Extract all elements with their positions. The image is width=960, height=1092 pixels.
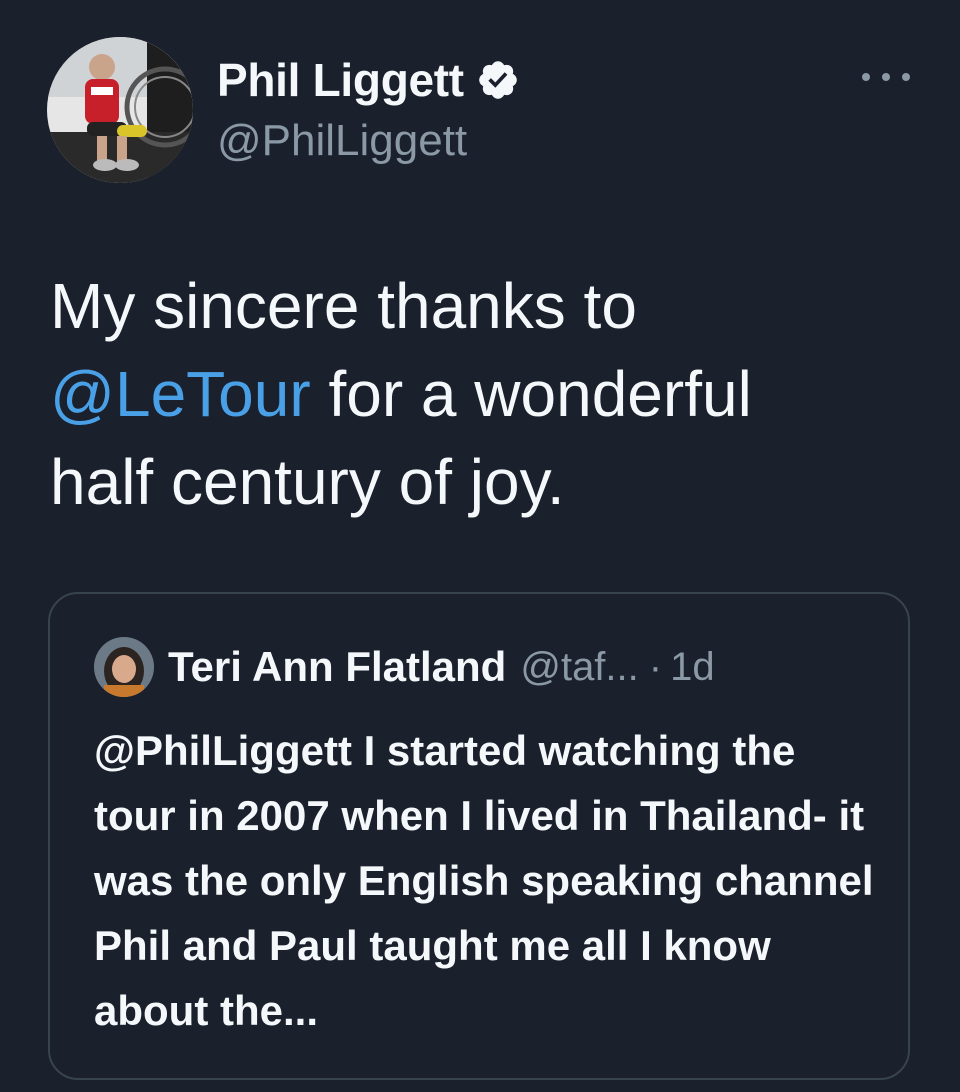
profile-photo-cyclist [47, 37, 193, 183]
quoted-tweet-header: Teri Ann Flatland @taf... · 1d [94, 636, 715, 698]
more-dot [902, 73, 910, 81]
profile-photo-woman [94, 637, 154, 697]
quoted-author-handle[interactable]: @taf... [520, 645, 638, 690]
quoted-tweet-card[interactable]: Teri Ann Flatland @taf... · 1d @PhilLigg… [48, 592, 910, 1080]
verified-badge-icon [479, 61, 517, 99]
quoted-tweet-timestamp[interactable]: 1d [670, 645, 715, 690]
tweet-text: My sincere thanks to @LeTour for a wonde… [50, 262, 910, 526]
tweet-line: My sincere thanks to [50, 270, 637, 342]
quoted-tweet-text: @PhilLiggett I started watching the tour… [94, 727, 874, 1034]
author-avatar[interactable] [47, 37, 193, 183]
more-dot [882, 73, 890, 81]
tweet-line: half century of joy. [50, 446, 565, 518]
quoted-author-name[interactable]: Teri Ann Flatland [168, 643, 506, 691]
tweet-line: for a wonderful [310, 358, 752, 430]
more-options-icon[interactable] [862, 62, 910, 92]
quoted-author-avatar[interactable] [94, 637, 154, 697]
author-display-name[interactable]: Phil Liggett [217, 53, 464, 107]
mention-link[interactable]: @LeTour [50, 358, 311, 430]
more-dot [862, 73, 870, 81]
author-name-row[interactable]: Phil Liggett [217, 52, 520, 108]
author-handle[interactable]: @PhilLiggett [217, 116, 467, 166]
separator-dot: · [648, 644, 663, 689]
